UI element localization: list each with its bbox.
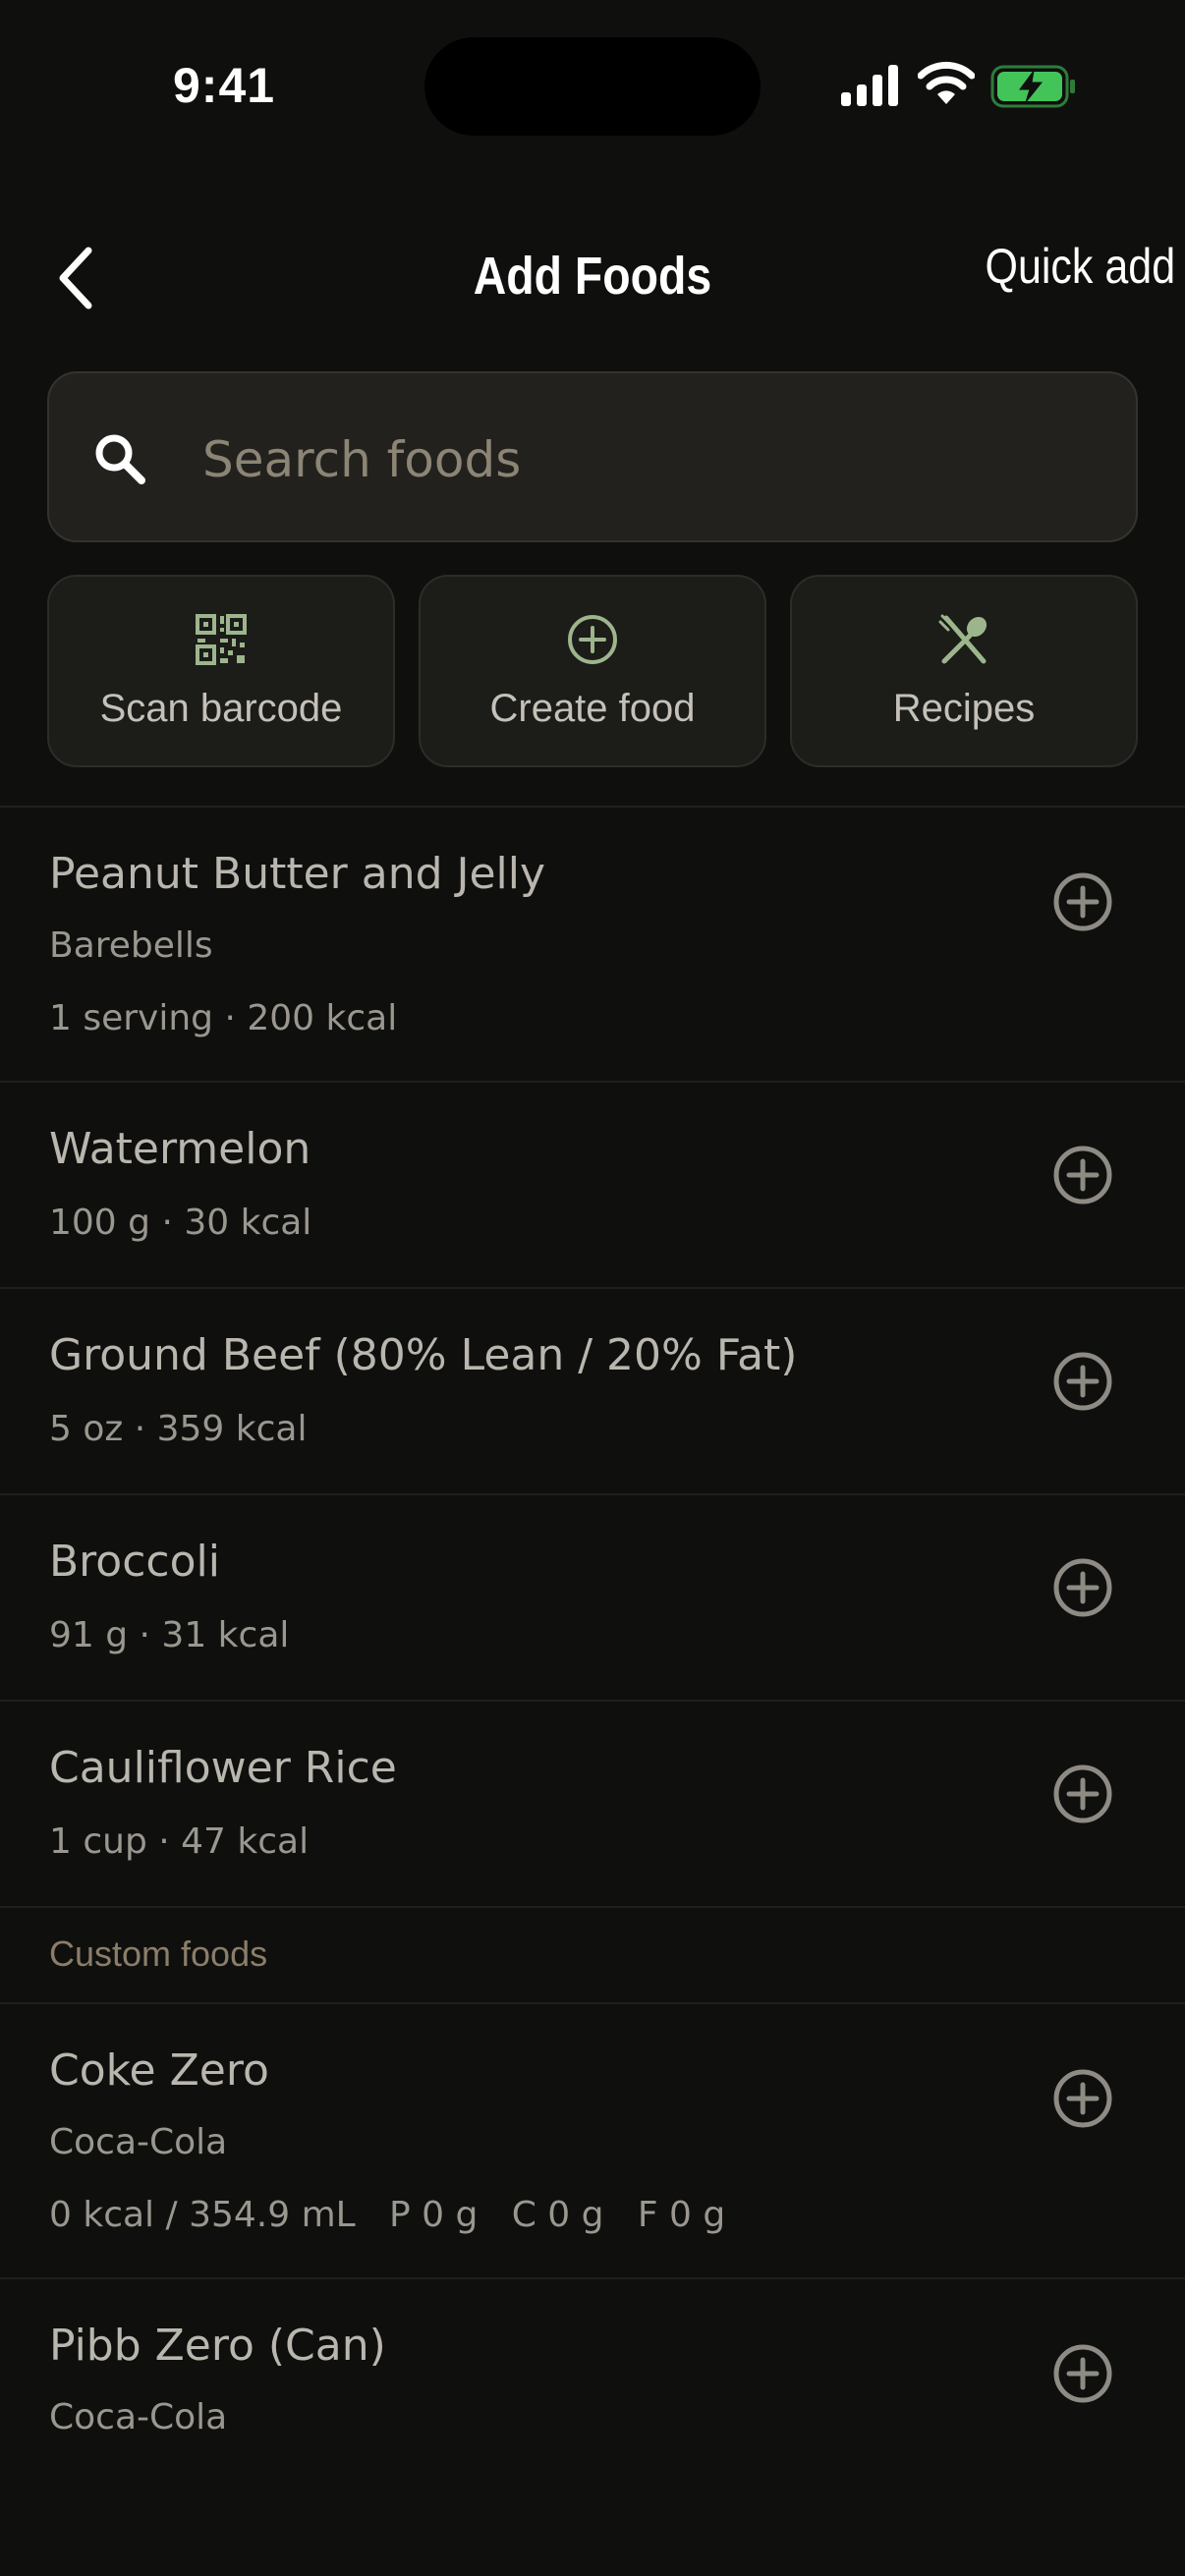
food-brand: Coca-Cola <box>49 2122 228 2162</box>
food-row-coke-zero[interactable]: Coke Zero Coca-Cola 0 kcal / 354.9 mL P … <box>0 2004 1185 2277</box>
food-name: Coke Zero <box>49 2045 269 2096</box>
food-name: Peanut Butter and Jelly <box>49 849 546 899</box>
search-bar[interactable] <box>47 371 1138 542</box>
create-food-button[interactable]: Create food <box>419 575 766 767</box>
food-name: Broccoli <box>49 1537 220 1587</box>
add-circle-icon[interactable] <box>1051 2342 1114 2405</box>
add-circle-icon[interactable] <box>1051 1763 1114 1825</box>
quick-add-button[interactable]: Quick add <box>985 238 1175 295</box>
food-row-watermelon[interactable]: Watermelon 100 g · 30 kcal <box>0 1083 1185 1287</box>
food-brand: Barebells <box>49 925 213 966</box>
food-row-cauliflower-rice[interactable]: Cauliflower Rice 1 cup · 47 kcal <box>0 1702 1185 1906</box>
status-time: 9:41 <box>173 58 276 113</box>
barcode-scan-icon <box>196 614 247 665</box>
add-circle-icon[interactable] <box>1051 1144 1114 1206</box>
search-icon <box>95 434 145 484</box>
page-title: Add Foods <box>473 247 712 306</box>
recipes-label: Recipes <box>892 687 1036 730</box>
food-row-peanut-butter-and-jelly[interactable]: Peanut Butter and Jelly Barebells 1 serv… <box>0 808 1185 1081</box>
custom-foods-section-header: Custom foods <box>49 1933 268 1974</box>
food-row-ground-beef[interactable]: Ground Beef (80% Lean / 20% Fat) 5 oz · … <box>0 1289 1185 1493</box>
status-bar: 9:41 <box>0 0 1185 167</box>
scan-barcode-label: Scan barcode <box>99 687 343 730</box>
plus-circle-icon <box>568 615 617 664</box>
food-name: Watermelon <box>49 1124 311 1174</box>
food-detail: 5 oz · 359 kcal <box>49 1409 308 1449</box>
food-detail: 1 cup · 47 kcal <box>49 1821 310 1862</box>
food-name: Pibb Zero (Can) <box>49 2321 386 2371</box>
food-detail: 100 g · 30 kcal <box>49 1203 312 1243</box>
navigation-bar: Add Foods Quick add <box>0 216 1185 334</box>
wifi-icon <box>918 61 975 104</box>
add-circle-icon[interactable] <box>1051 870 1114 933</box>
create-food-label: Create food <box>489 687 696 730</box>
cellular-signal-icon <box>841 65 898 106</box>
dynamic-island <box>424 37 761 136</box>
food-detail: 0 kcal / 354.9 mL P 0 g C 0 g F 0 g <box>49 2195 726 2235</box>
battery-charging-icon <box>990 65 1075 108</box>
quick-actions: Scan barcode Create food Recipes <box>47 575 1138 767</box>
food-detail: 91 g · 31 kcal <box>49 1615 290 1655</box>
food-row-broccoli[interactable]: Broccoli 91 g · 31 kcal <box>0 1495 1185 1700</box>
utensils-icon <box>938 614 988 664</box>
add-circle-icon[interactable] <box>1051 1556 1114 1619</box>
food-brand: Coca-Cola <box>49 2397 228 2437</box>
scan-barcode-button[interactable]: Scan barcode <box>47 575 395 767</box>
recipes-button[interactable]: Recipes <box>790 575 1138 767</box>
food-name: Cauliflower Rice <box>49 1743 397 1793</box>
food-list: Peanut Butter and Jelly Barebells 1 serv… <box>0 806 1185 2495</box>
add-circle-icon[interactable] <box>1051 2067 1114 2130</box>
food-detail: 1 serving · 200 kcal <box>49 998 398 1038</box>
add-circle-icon[interactable] <box>1051 1350 1114 1413</box>
bottom-fade <box>0 2436 1185 2576</box>
search-input[interactable] <box>200 413 1089 507</box>
food-name: Ground Beef (80% Lean / 20% Fat) <box>49 1330 798 1380</box>
